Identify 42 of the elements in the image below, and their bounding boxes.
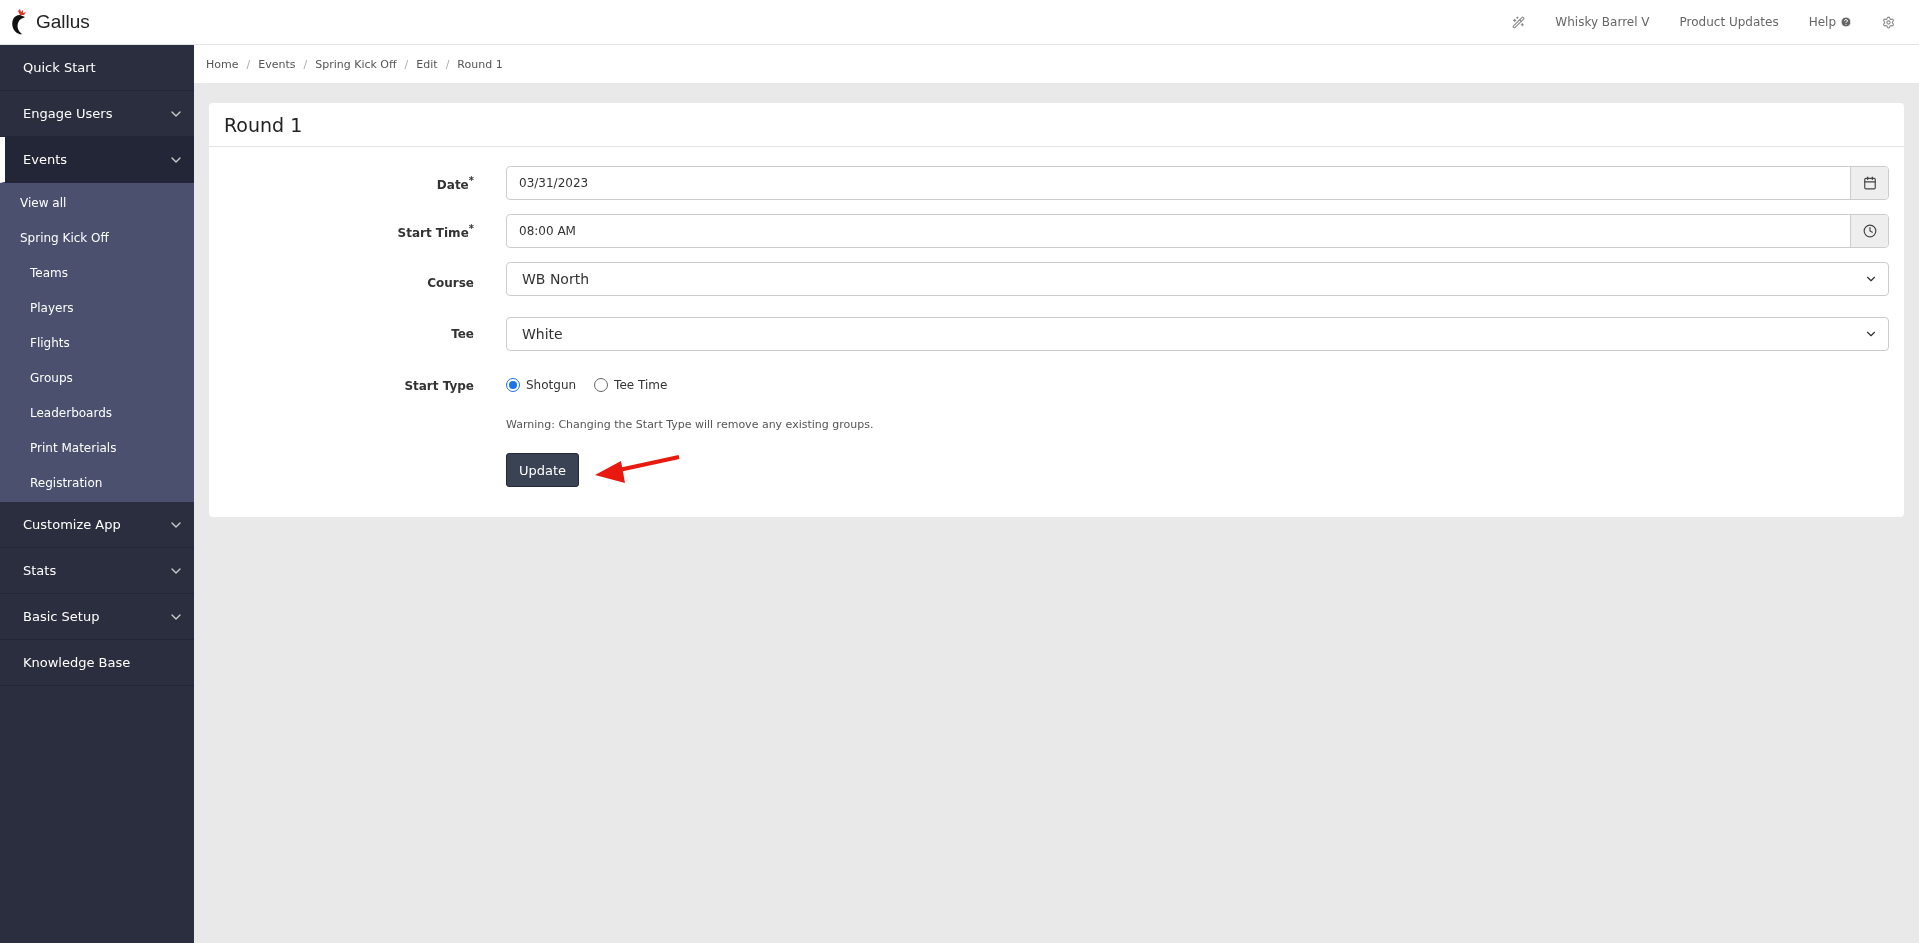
clock-icon[interactable]: [1850, 215, 1888, 247]
breadcrumb-link[interactable]: Spring Kick Off: [315, 57, 397, 71]
select-field[interactable]: WB North: [506, 262, 1889, 296]
warning-text: Warning: Changing the Start Type will remove any existing groups.: [506, 418, 875, 431]
header-link[interactable]: Help: [1808, 15, 1852, 29]
breadcrumb-separator: /: [246, 57, 251, 71]
card-title: Round 1: [209, 103, 1904, 147]
breadcrumb-separator: /: [404, 57, 409, 71]
submenu-item[interactable]: Print Materials: [0, 430, 194, 465]
settings-icon[interactable]: [1882, 15, 1895, 29]
time-field[interactable]: 08:00 AM: [506, 214, 1889, 248]
header-link[interactable]: Product Updates: [1679, 15, 1779, 29]
select-field[interactable]: White: [506, 317, 1889, 351]
field-label: Start Time$^{*}$: [396, 222, 474, 240]
breadcrumb-separator: /: [303, 57, 308, 71]
breadcrumb-link[interactable]: Edit: [416, 57, 438, 71]
breadcrumb-link[interactable]: Home: [206, 57, 239, 71]
breadcrumb-link[interactable]: Events: [258, 57, 296, 71]
submenu-item[interactable]: Leaderboards: [0, 395, 194, 430]
submenu-item[interactable]: Spring Kick Off: [0, 220, 194, 255]
update-button[interactable]: Update: [506, 453, 580, 487]
submenu-item[interactable]: Teams: [0, 255, 194, 290]
radio-option[interactable]: Tee Time: [594, 378, 668, 392]
field-label: Start Type: [403, 379, 474, 393]
wand-icon[interactable]: [1512, 15, 1526, 29]
question-icon: [1840, 16, 1852, 28]
date-field[interactable]: 03/31/2023: [506, 166, 1889, 200]
field-label: Course: [426, 275, 474, 290]
header-link[interactable]: Whisky Barrel V: [1555, 15, 1650, 29]
submenu-item[interactable]: Registration: [0, 465, 194, 500]
submenu-item[interactable]: View all: [0, 185, 194, 220]
breadcrumb-separator: /: [445, 57, 450, 71]
submenu-item[interactable]: Players: [0, 290, 194, 325]
sidebar-item[interactable]: Events: [0, 137, 194, 183]
field-label: Tee: [450, 327, 474, 341]
field-label: Date$^{*}$: [435, 174, 474, 192]
submenu-item[interactable]: Flights: [0, 325, 194, 360]
radio-option[interactable]: Shotgun: [506, 378, 577, 392]
submenu-item[interactable]: Groups: [0, 360, 194, 395]
brand-name: Gallus: [36, 11, 90, 33]
calendar-icon[interactable]: [1850, 167, 1888, 199]
breadcrumb-link[interactable]: Round 1: [457, 57, 503, 71]
